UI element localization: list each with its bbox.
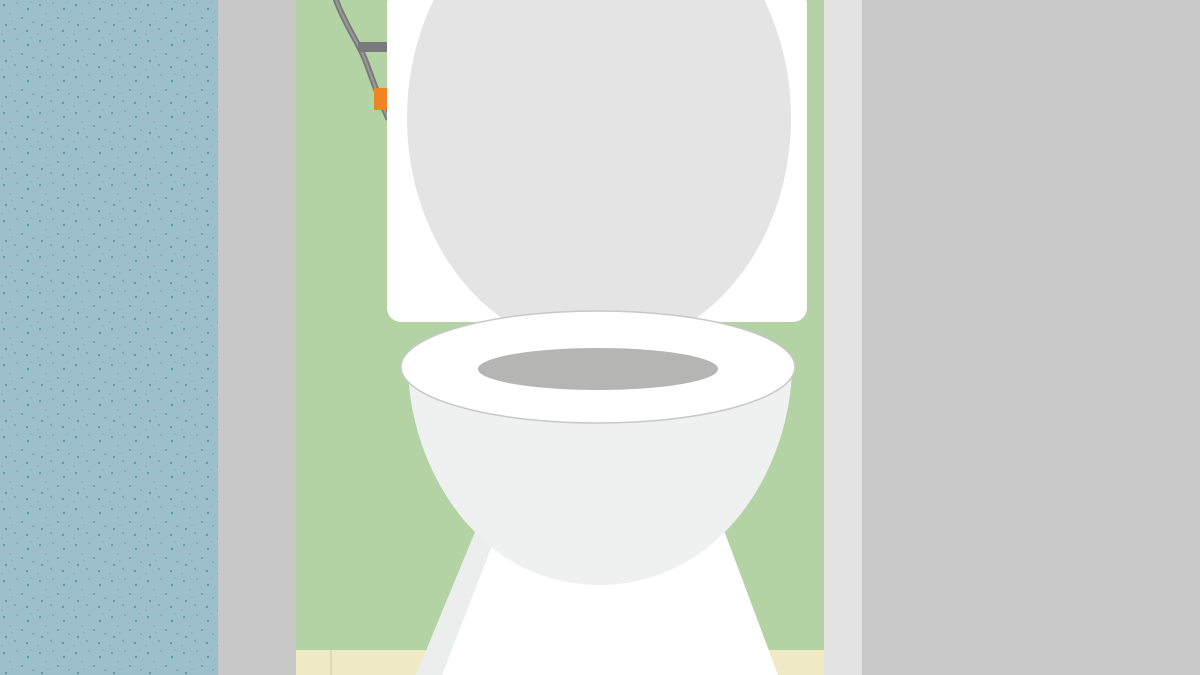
left-wall-speckle [0,0,218,675]
bowl-opening [478,348,718,390]
right-wall [862,0,1200,675]
door-frame-right [824,0,862,675]
door-frame-left [218,0,296,675]
bathroom-illustration [0,0,1200,675]
bathroom-scene [0,0,1200,675]
shutoff-valve [374,88,388,110]
